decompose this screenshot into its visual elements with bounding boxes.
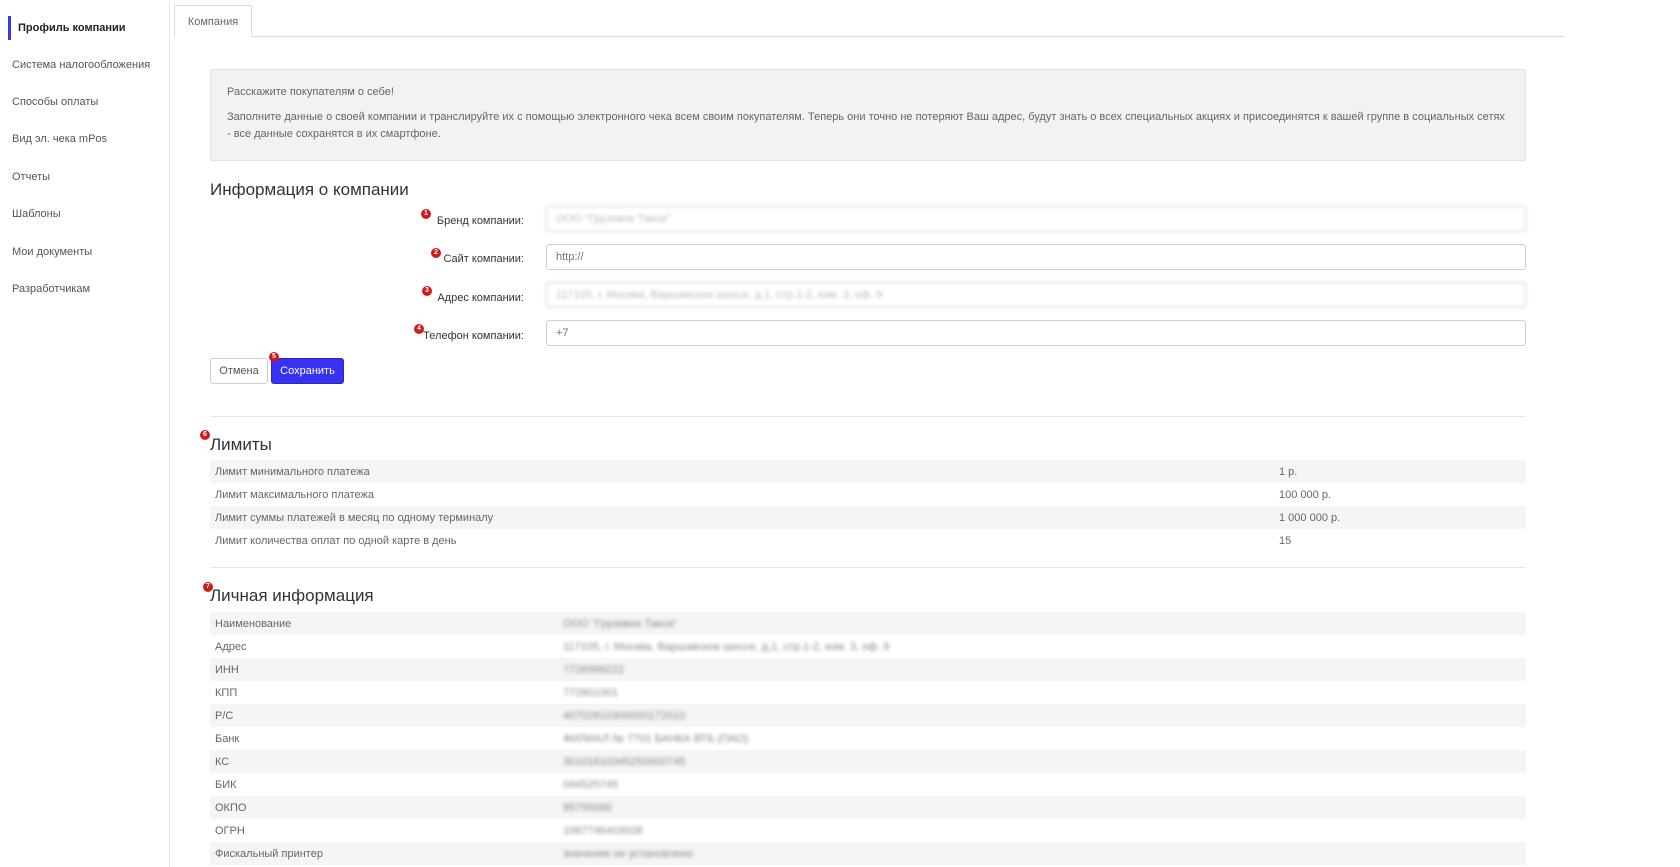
- personal-info-title: Личная информация: [210, 586, 374, 605]
- table-row: Лимит максимального платежа 100 000 р.: [210, 483, 1526, 506]
- sidebar-item-payment-methods[interactable]: Способы оплаты: [12, 96, 98, 108]
- info-value: 85755090: [563, 802, 612, 814]
- divider: [210, 416, 1526, 417]
- sidebar-item-templates[interactable]: Шаблоны: [12, 208, 61, 220]
- brand-input[interactable]: [546, 206, 1526, 232]
- limit-value: 1 р.: [1279, 466, 1298, 478]
- limit-value: 15: [1279, 535, 1292, 547]
- table-row: ОКПО 85755090: [210, 796, 1526, 819]
- limit-label: Лимит количества оплат по одной карте в …: [215, 535, 457, 547]
- address-input[interactable]: [546, 282, 1526, 308]
- limit-label: Лимит суммы платежей в месяц по одному т…: [215, 512, 494, 524]
- site-label: Сайт компании:: [443, 253, 524, 265]
- info-value: 30101810345250000745: [563, 756, 686, 768]
- sidebar-item-my-documents[interactable]: Мои документы: [12, 246, 92, 258]
- sidebar-item-company-profile[interactable]: Профиль компании: [8, 16, 126, 40]
- info-value: 044525745: [563, 779, 619, 791]
- table-row: Лимит минимального платежа 1 р.: [210, 460, 1526, 483]
- info-value: значение не установлено: [563, 848, 693, 860]
- table-row: КПП 772601001: [210, 681, 1526, 704]
- marker-badge: 6: [200, 430, 210, 440]
- marker-badge: 2: [431, 248, 441, 258]
- sidebar-item-reports[interactable]: Отчеты: [12, 171, 50, 183]
- info-label: ОГРН: [215, 825, 245, 837]
- address-label: Адрес компании:: [437, 292, 524, 304]
- save-button[interactable]: Сохранить: [271, 358, 344, 384]
- table-row: Р/С 40702810300000172010: [210, 704, 1526, 727]
- sidebar-item-tax-system[interactable]: Система налогообложения: [12, 59, 150, 71]
- table-row: Фискальный принтер значение не установле…: [210, 842, 1526, 865]
- table-row: Наименование ООО "Грузовое Такси": [210, 612, 1526, 635]
- table-row: Лимит количества оплат по одной карте в …: [210, 529, 1526, 552]
- marker-badge: 5: [269, 352, 279, 362]
- table-row: ОГРН 1087746403028: [210, 819, 1526, 842]
- info-value: 7726999222: [563, 664, 625, 676]
- divider: [210, 567, 1526, 568]
- info-value: ФИЛИАЛ № 7701 БАНКА ВТБ (ПАО): [563, 733, 749, 745]
- info-label: Фискальный принтер: [215, 848, 323, 860]
- info-label: Наименование: [215, 618, 292, 630]
- intro-headline: Расскажите покупателям о себе!: [227, 86, 394, 98]
- table-row: Лимит суммы платежей в месяц по одному т…: [210, 506, 1526, 529]
- cancel-button[interactable]: Отмена: [210, 358, 268, 384]
- limits-title: Лимиты: [210, 435, 272, 454]
- company-info-title: Информация о компании: [210, 180, 409, 199]
- phone-label: Телефон компании:: [423, 330, 524, 342]
- info-label: Банк: [215, 733, 240, 745]
- info-value: 1087746403028: [563, 825, 643, 837]
- table-row: БИК 044525745: [210, 773, 1526, 796]
- sidebar: Профиль компании Система налогообложения…: [0, 0, 170, 867]
- info-label: ИНН: [215, 664, 239, 676]
- tab-bar: [174, 36, 1564, 37]
- intro-box: Расскажите покупателям о себе! Заполните…: [210, 69, 1526, 161]
- info-label: Адрес: [215, 641, 247, 653]
- sidebar-item-receipt-view[interactable]: Вид эл. чека mPos: [12, 133, 107, 145]
- limit-label: Лимит минимального платежа: [215, 466, 370, 478]
- info-label: КПП: [215, 687, 238, 699]
- phone-input[interactable]: [546, 320, 1526, 346]
- info-label: ОКПО: [215, 802, 247, 814]
- info-label: Р/С: [215, 710, 234, 722]
- info-value: 772601001: [563, 687, 619, 699]
- brand-label: Бренд компании:: [436, 215, 524, 227]
- limit-value: 100 000 р.: [1279, 489, 1331, 501]
- tab-company[interactable]: Компания: [174, 5, 252, 37]
- limit-value: 1 000 000 р.: [1279, 512, 1341, 524]
- info-value: 40702810300000172010: [563, 710, 686, 722]
- table-row: ИНН 7726999222: [210, 658, 1526, 681]
- site-input[interactable]: [546, 244, 1526, 270]
- marker-badge: 3: [422, 286, 432, 296]
- info-value: 117105, г. Москва, Варшавское шоссе, д.1…: [563, 641, 890, 653]
- table-row: Банк ФИЛИАЛ № 7701 БАНКА ВТБ (ПАО): [210, 727, 1526, 750]
- info-label: БИК: [215, 779, 237, 791]
- sidebar-item-developers[interactable]: Разработчикам: [12, 283, 90, 295]
- info-label: КС: [215, 756, 230, 768]
- table-row: Адрес 117105, г. Москва, Варшавское шосс…: [210, 635, 1526, 658]
- info-value: ООО "Грузовое Такси": [563, 618, 678, 630]
- table-row: КС 30101810345250000745: [210, 750, 1526, 773]
- limit-label: Лимит максимального платежа: [215, 489, 375, 501]
- marker-badge: 1: [421, 209, 431, 219]
- intro-body: Заполните данные о своей компании и тран…: [227, 111, 1505, 140]
